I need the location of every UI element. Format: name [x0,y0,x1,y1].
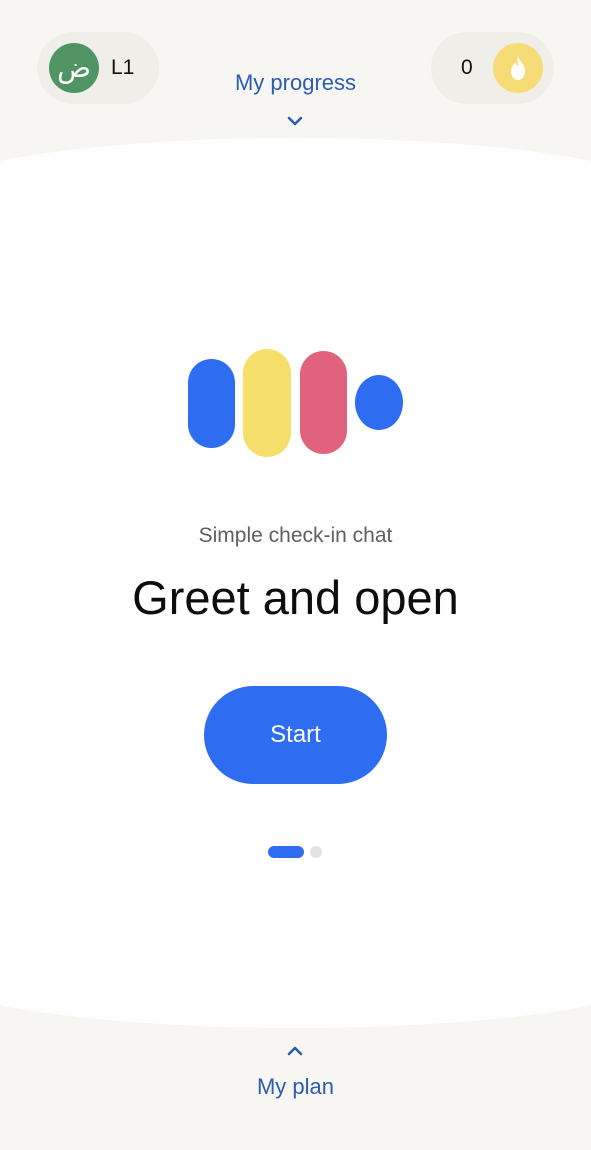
start-button[interactable]: Start [204,686,387,784]
lesson-subtitle: Simple check-in chat [198,524,393,547]
streak-count: 0 [461,56,473,79]
footer-curve [0,908,591,1028]
pager-dot-inactive[interactable] [310,846,322,858]
header-curve [0,138,591,258]
logo-bar-yellow [243,349,291,457]
flame-icon [493,43,543,93]
level-badge[interactable]: ض L1 [37,32,159,104]
flame-glyph [511,56,525,80]
logo-bar-blue [188,359,235,448]
my-plan-link[interactable]: My plan [200,1074,391,1100]
chevron-up-icon[interactable] [284,1044,306,1058]
lesson-title: Greet and open [132,571,459,624]
streak-badge[interactable]: 0 [431,32,554,104]
my-progress-link[interactable]: My progress [200,70,391,96]
chevron-down-icon[interactable] [284,114,306,128]
arabic-letter-avatar-icon: ض [49,43,99,93]
check-in-screen: ض L1 My progress 0 Simple check-in chat … [0,0,591,1150]
logo-dot-blue [355,375,403,430]
pager-dot-active[interactable] [268,846,304,858]
logo-bar-pink [300,351,347,454]
level-label: L1 [111,56,135,79]
